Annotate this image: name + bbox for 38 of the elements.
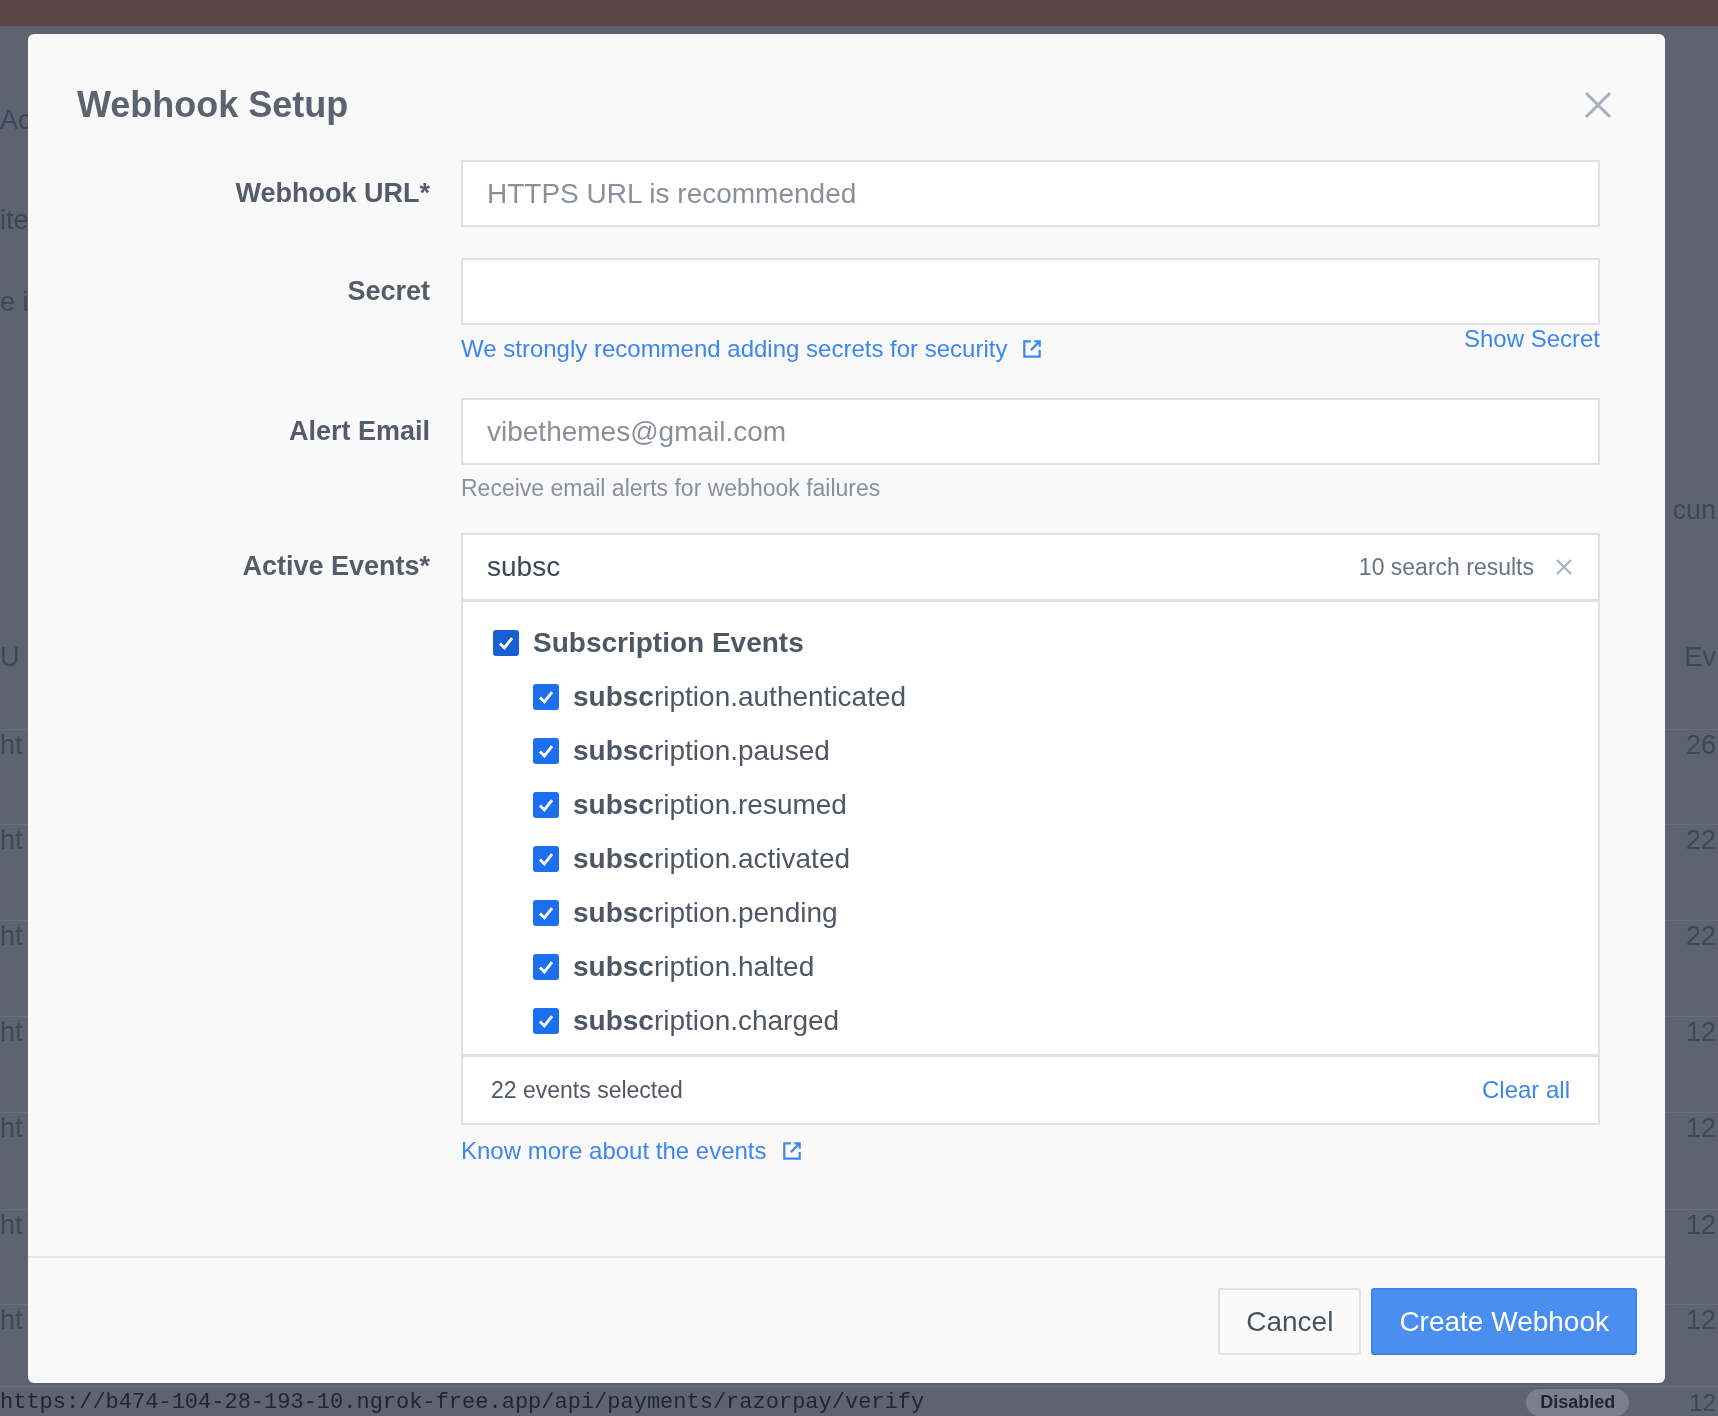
field-label: Alert Email	[287, 415, 430, 448]
event-label: subscription.halted	[573, 951, 815, 983]
background-url: https://b474-104-28-193-10.ngrok-free.app/api/payments/razorpay/verify	[0, 1390, 925, 1415]
event-label: subscription.activated	[573, 843, 851, 875]
secret-field[interactable]	[461, 258, 1600, 325]
checkbox[interactable]	[533, 846, 559, 872]
event-label: subscription.resumed	[573, 789, 847, 821]
checkbox[interactable]	[533, 738, 559, 764]
show-secret-link[interactable]: Show Secret	[1463, 325, 1600, 353]
checkbox[interactable]	[533, 684, 559, 710]
group-label: Subscription Events	[533, 627, 804, 659]
field-label: Webhook URL*	[234, 177, 430, 210]
create-button[interactable]: Create Webhook	[1371, 1288, 1637, 1355]
selected-count: 22 events selected	[491, 1076, 683, 1104]
field-hint: Receive email alerts for webhook failures	[461, 475, 882, 502]
status-badge: Disabled	[1526, 1389, 1630, 1416]
checkbox[interactable]	[533, 900, 559, 926]
dialog-title: Webhook Setup	[77, 84, 349, 126]
result-count: 10 search results	[1358, 553, 1534, 581]
external-link-icon[interactable]	[1021, 338, 1044, 360]
security-link[interactable]: We strongly recommend adding secrets for security	[461, 335, 1008, 363]
checkbox[interactable]	[493, 630, 519, 656]
checkbox[interactable]	[533, 954, 559, 980]
checkbox[interactable]	[533, 792, 559, 818]
field-label: Active Events*	[241, 550, 430, 583]
external-link-icon[interactable]	[780, 1140, 803, 1162]
cancel-button[interactable]: Cancel	[1218, 1288, 1362, 1355]
field-label: Secret	[346, 275, 430, 308]
clear-all-link[interactable]: Clear all	[1481, 1076, 1570, 1104]
event-label: subscription.pending	[573, 897, 838, 929]
event-label: subscription.authenticated	[573, 681, 907, 713]
email-field[interactable]: vibethemes@gmail.com	[461, 398, 1600, 465]
event-label: subscription.paused	[573, 735, 830, 767]
event-search-field[interactable]: subsc 10 search results	[463, 535, 1598, 602]
event-label: subscription.charged	[573, 1005, 840, 1037]
checkbox[interactable]	[533, 1008, 559, 1034]
url-field[interactable]: HTTPS URL is recommended	[461, 160, 1600, 227]
events-info-link[interactable]: Know more about the events	[461, 1137, 767, 1165]
